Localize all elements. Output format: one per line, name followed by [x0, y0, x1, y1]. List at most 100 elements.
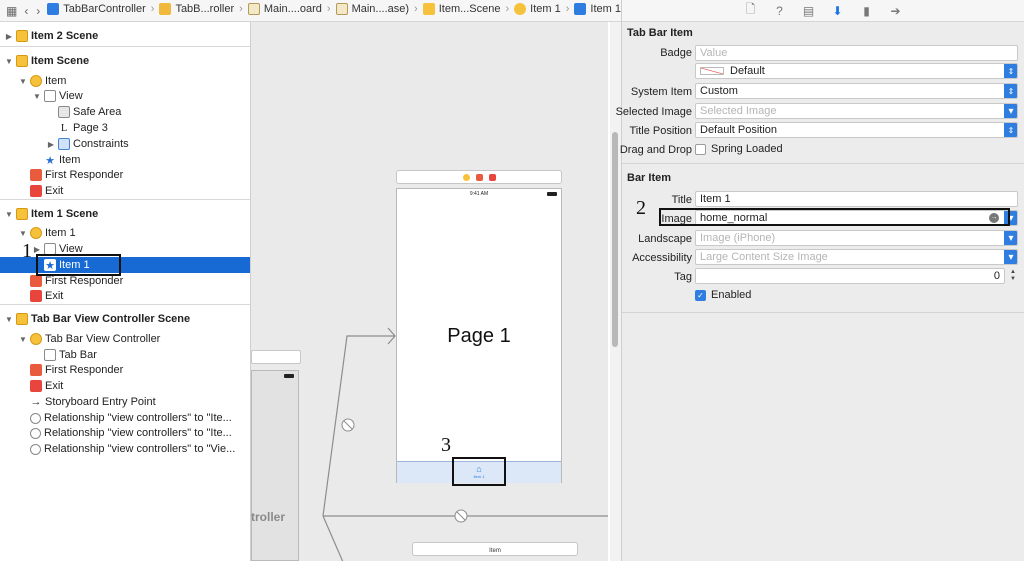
file-icon[interactable]: 🗋	[744, 2, 758, 18]
view-controller-icon[interactable]	[462, 173, 470, 181]
accessibility-field[interactable]: Large Content Size Image	[695, 249, 1018, 265]
exit-icon[interactable]	[488, 173, 496, 181]
spring-loaded-checkbox[interactable]	[695, 143, 706, 155]
breadcrumb-item[interactable]: TabBarController ›	[47, 3, 159, 15]
landscape-field[interactable]: Image (iPhone)	[695, 230, 1018, 246]
identity-icon[interactable]: ▤	[802, 4, 816, 18]
callout-box-outline	[36, 254, 121, 276]
view-icon	[44, 90, 56, 102]
breadcrumb-item[interactable]: Item...Scene ›	[422, 3, 514, 15]
outline-row-label: Item 1 Scene	[31, 208, 99, 220]
outline-row[interactable]: Relationship "view controllers" to "Ite.…	[0, 425, 250, 441]
outline-row[interactable]: ▼ Tab Bar View Controller	[0, 331, 250, 347]
exit-icon	[30, 185, 42, 197]
landscape-label: Landscape	[638, 233, 692, 245]
disclosure-triangle-icon[interactable]: ▶	[46, 140, 56, 149]
outline-scene-row[interactable]: ▶ Item 2 Scene	[0, 28, 250, 44]
disclosure-triangle-icon[interactable]: ▼	[18, 335, 28, 344]
disclosure-triangle-icon[interactable]: ▼	[4, 57, 14, 66]
scrollbar-thumb[interactable]	[612, 132, 618, 347]
tab-bar-controller-header[interactable]	[251, 350, 301, 364]
outline-row[interactable]: ▼ Item 1	[0, 225, 250, 241]
enabled-checkbox[interactable]: ✓	[695, 289, 706, 301]
bottom-item-label: Item	[489, 548, 501, 554]
disclosure-triangle-icon[interactable]: ▶	[4, 32, 14, 41]
dropdown-arrow-icon[interactable]	[1004, 250, 1017, 264]
outline-scene-row[interactable]: ▼ Item 1 Scene	[0, 206, 250, 222]
exit-icon	[30, 290, 42, 302]
page-title[interactable]: Page 1	[397, 325, 561, 348]
disclosure-triangle-icon[interactable]: ▼	[18, 77, 28, 86]
view-controller-icon	[30, 333, 42, 345]
disclosure-triangle-icon[interactable]: ▼	[4, 210, 14, 219]
outline-row[interactable]: Relationship "view controllers" to "Ite.…	[0, 410, 250, 426]
outline-scene-row[interactable]: ▼ Item Scene	[0, 53, 250, 69]
storyboard-canvas[interactable]: troller 9:41 AM Page 1 ⌂ Item 1 Item	[251, 22, 608, 561]
size-icon[interactable]: ▮	[860, 4, 874, 18]
outline-row-label: Exit	[45, 290, 64, 302]
enabled-checkbox-row[interactable]: ✓ Enabled	[695, 289, 751, 301]
dropdown-arrow-icon[interactable]	[1004, 231, 1017, 245]
outline-scene-row[interactable]: ▼ Tab Bar View Controller Scene	[0, 311, 250, 327]
outline-row[interactable]: → Storyboard Entry Point	[0, 394, 250, 410]
scene-dock[interactable]	[396, 170, 562, 184]
selected-image-field[interactable]: Selected Image	[695, 103, 1018, 119]
outline-row[interactable]: Relationship "view controllers" to "Vie.…	[0, 441, 250, 457]
disclosure-triangle-icon[interactable]: ▼	[4, 315, 14, 324]
badge-color-popup[interactable]: Default ⇕	[695, 63, 1018, 79]
tabbaritem-icon	[574, 3, 587, 15]
title-position-popup[interactable]: Default Position ⇕	[695, 122, 1018, 138]
outline-row-label: Relationship "view controllers" to "Vie.…	[44, 443, 236, 455]
tab-bar-controller-frame[interactable]	[251, 370, 299, 561]
item-scene-header[interactable]: Item	[412, 542, 578, 556]
project-icon	[47, 3, 60, 15]
storyboard-icon	[335, 3, 348, 15]
outline-row[interactable]: Exit	[0, 183, 250, 199]
outline-row[interactable]: Safe Area	[0, 104, 250, 120]
forward-arrow-icon[interactable]: ›	[35, 4, 41, 18]
breadcrumb-item[interactable]: Item 1 ›	[514, 3, 574, 15]
attributes-icon[interactable]: ⬇	[831, 4, 845, 18]
spring-loaded-checkbox-row[interactable]: Spring Loaded	[695, 143, 783, 155]
badge-placeholder: Value	[700, 47, 728, 59]
breadcrumb-item[interactable]: TabB...roller ›	[159, 3, 247, 15]
landscape-placeholder: Image (iPhone)	[700, 232, 776, 244]
breadcrumb-label: TabB...roller	[175, 3, 235, 15]
popup-arrows-icon: ⇕	[1004, 123, 1017, 137]
breadcrumb-label: TabBarController	[63, 3, 146, 15]
outline-row[interactable]: First Responder	[0, 362, 250, 378]
outline-row[interactable]: First Responder	[0, 167, 250, 183]
disclosure-triangle-icon[interactable]: ▼	[18, 229, 28, 238]
tag-field[interactable]: 0	[695, 268, 1005, 284]
badge-field[interactable]: Value	[695, 45, 1018, 61]
canvas-scrollbar[interactable]	[610, 22, 621, 561]
help-icon[interactable]: ?	[773, 4, 787, 18]
outline-row[interactable]: Tab Bar	[0, 347, 250, 363]
title-field[interactable]: Item 1	[695, 191, 1018, 207]
outline-row[interactable]: Exit	[0, 378, 250, 394]
outline-row[interactable]: ★ Item	[0, 152, 250, 168]
breadcrumb-separator-icon: ›	[565, 3, 570, 15]
back-arrow-icon[interactable]: ‹	[23, 4, 29, 18]
outline-row[interactable]: ▼ Item	[0, 73, 250, 89]
disclosure-triangle-icon[interactable]: ▼	[32, 92, 42, 101]
first-responder-icon[interactable]	[475, 173, 483, 181]
disclosure-triangle-icon[interactable]: ▶	[32, 245, 42, 254]
breadcrumb-item[interactable]: Item 1	[574, 3, 621, 15]
outline-row-label: Relationship "view controllers" to "Ite.…	[44, 427, 232, 439]
viewcontroller-icon	[514, 3, 527, 15]
breadcrumb-item[interactable]: Main....ase) ›	[335, 3, 423, 15]
outline-row[interactable]: ▼ View	[0, 88, 250, 104]
item-1-scene-frame[interactable]: 9:41 AM Page 1 ⌂ Item 1	[396, 188, 562, 483]
grid-icon[interactable]: ▦	[6, 4, 17, 18]
outline-row[interactable]: L Page 3	[0, 120, 250, 136]
system-item-popup[interactable]: Custom ⇕	[695, 83, 1018, 99]
tag-stepper[interactable]: ▲ ▼	[1008, 268, 1018, 284]
outline-row[interactable]: ▶ Constraints	[0, 136, 250, 152]
breadcrumb-item[interactable]: Main....oard ›	[247, 3, 336, 15]
dropdown-arrow-icon[interactable]	[1004, 104, 1017, 118]
first-responder-icon	[30, 364, 42, 376]
exit-icon	[30, 380, 42, 392]
outline-row[interactable]: Exit	[0, 288, 250, 304]
connections-icon[interactable]: ➔	[889, 4, 903, 18]
